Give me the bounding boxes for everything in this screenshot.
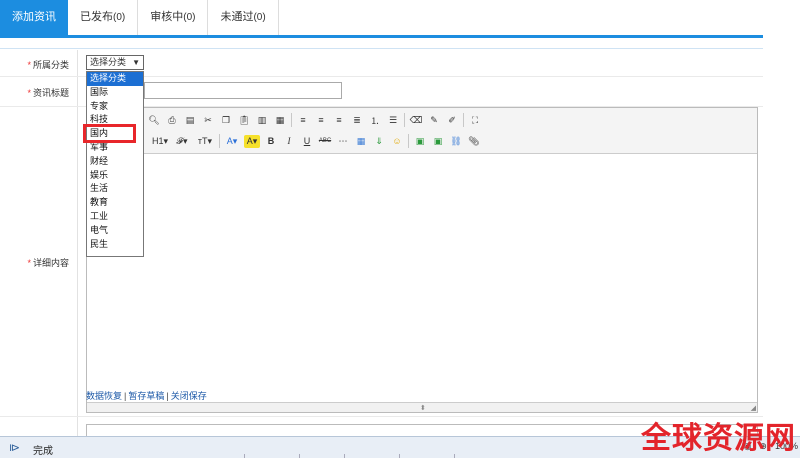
- attachment-icon[interactable]: 📎︎: [467, 135, 481, 148]
- content-label: * 详细内容: [27, 258, 69, 268]
- underline-button[interactable]: U: [300, 135, 314, 148]
- dropdown-option[interactable]: 专家: [87, 100, 143, 114]
- dropdown-option[interactable]: 军事: [87, 141, 143, 155]
- copy-icon[interactable]: ❐: [219, 114, 233, 127]
- font-family-dropdown[interactable]: 𝓕▾: [173, 135, 191, 148]
- fullscreen-icon[interactable]: ⛶: [468, 114, 482, 127]
- label-column: * 所属分类 * 资讯标题 * 详细内容: [0, 50, 78, 436]
- rich-text-editor: 🔍︎ ⎙ ▤ ✂ ❐ 📋︎ ▥ ▦ ≡ ≡ ≡ ≣ ⒈ ☰ ⌫ ✎ ✐ ⛶ H1…: [86, 107, 758, 413]
- tab-count: (0): [113, 12, 126, 23]
- dropdown-option[interactable]: 国际: [87, 86, 143, 100]
- paste-text-icon[interactable]: ▥: [255, 114, 269, 127]
- align-right-icon[interactable]: ≡: [332, 114, 346, 127]
- tab-reviewing[interactable]: 审核中(0): [138, 0, 209, 35]
- unordered-list-icon[interactable]: ☰: [386, 114, 400, 127]
- title-input[interactable]: [144, 82, 342, 99]
- category-dropdown-list: 选择分类 国际 专家 科技 国内 军事 财经 娱乐 生活 教育 工业 电气 民生: [86, 71, 144, 257]
- dropdown-option[interactable]: 电气: [87, 224, 143, 238]
- tabs-divider: [0, 48, 763, 49]
- highlight-annotation: [83, 124, 136, 143]
- tab-label: 已发布: [80, 11, 113, 23]
- editor-toolbar: 🔍︎ ⎙ ▤ ✂ ❐ 📋︎ ▥ ▦ ≡ ≡ ≡ ≣ ⒈ ☰ ⌫ ✎ ✐ ⛶ H1…: [87, 108, 757, 154]
- resize-handle-icon[interactable]: ⬍: [420, 404, 426, 412]
- dropdown-option[interactable]: 教育: [87, 196, 143, 210]
- print-icon[interactable]: ⎙: [165, 114, 179, 127]
- title-label: * 资讯标题: [27, 88, 69, 98]
- emoticon-icon[interactable]: ☺: [390, 135, 404, 148]
- align-left-icon[interactable]: ≡: [296, 114, 310, 127]
- editor-resize-bar[interactable]: ⬍ ◢: [87, 402, 757, 412]
- tab-rejected[interactable]: 未通过(0): [208, 0, 279, 35]
- tab-label: 未通过: [220, 11, 254, 23]
- category-label: * 所属分类: [27, 60, 69, 70]
- tab-count: (0): [253, 12, 266, 23]
- tab-label: 审核中: [150, 11, 184, 23]
- heading-dropdown[interactable]: H1▾: [151, 135, 169, 148]
- tab-count: (0): [183, 12, 196, 23]
- editor-content-area[interactable]: [87, 155, 757, 403]
- paste-icon[interactable]: 📋︎: [237, 114, 251, 127]
- toolbar-row-1: 🔍︎ ⎙ ▤ ✂ ❐ 📋︎ ▥ ▦ ≡ ≡ ≡ ≣ ⒈ ☰ ⌫ ✎ ✐ ⛶: [147, 111, 486, 129]
- corner-resize-icon[interactable]: ◢: [751, 404, 756, 412]
- page-status-icon: ⧐: [9, 442, 20, 454]
- font-size-dropdown[interactable]: тT▾: [195, 135, 215, 148]
- tab-add-news[interactable]: 添加资讯: [0, 0, 68, 35]
- find-icon[interactable]: 🔍︎: [147, 114, 161, 127]
- dropdown-arrow-icon: ▼: [132, 58, 140, 67]
- editor-action-links: 数据恢复 | 暂存草稿 | 关闭保存: [86, 391, 207, 401]
- align-center-icon[interactable]: ≡: [314, 114, 328, 127]
- horizontal-rule-icon[interactable]: ⋯: [336, 135, 350, 148]
- dropdown-option[interactable]: 生活: [87, 182, 143, 196]
- category-select[interactable]: 选择分类 ▼: [86, 55, 144, 70]
- dropdown-option[interactable]: 民生: [87, 238, 143, 252]
- dropdown-option[interactable]: 选择分类: [87, 72, 143, 86]
- clear-format-icon[interactable]: ✐: [445, 114, 459, 127]
- insert-flash-icon[interactable]: ▣: [431, 135, 445, 148]
- strikethrough-button[interactable]: ABC: [318, 135, 332, 148]
- insert-link-icon[interactable]: ⛓: [449, 135, 463, 148]
- brush-icon[interactable]: ✎: [427, 114, 441, 127]
- preview-icon[interactable]: ▤: [183, 114, 197, 127]
- paste-word-icon[interactable]: ▦: [273, 114, 287, 127]
- ordered-list-icon[interactable]: ⒈: [368, 114, 382, 127]
- italic-button[interactable]: I: [282, 135, 296, 148]
- eraser-icon[interactable]: ⌫: [409, 114, 423, 127]
- tab-published[interactable]: 已发布(0): [68, 0, 139, 35]
- table-icon[interactable]: ▦: [354, 135, 368, 148]
- tab-bar: 添加资讯 已发布(0) 审核中(0) 未通过(0): [0, 0, 763, 38]
- toolbar-row-2: H1▾ 𝓕▾ тT▾ A▾ A▾ B I U ABC ⋯ ▦ ⇓ ☺ ▣ ▣ ⛓…: [151, 132, 485, 150]
- text-color-dropdown[interactable]: A▾: [224, 135, 240, 148]
- bg-color-dropdown[interactable]: A▾: [244, 134, 260, 148]
- justify-icon[interactable]: ≣: [350, 114, 364, 127]
- watermark-logo: 全球资源网: [641, 421, 796, 456]
- tab-label: 添加资讯: [12, 11, 56, 23]
- category-select-value: 选择分类: [90, 57, 127, 67]
- close-save-link[interactable]: 关闭保存: [171, 391, 207, 401]
- dropdown-option[interactable]: 工业: [87, 210, 143, 224]
- restore-data-link[interactable]: 数据恢复: [86, 391, 122, 401]
- dropdown-option[interactable]: 娱乐: [87, 169, 143, 183]
- cut-icon[interactable]: ✂: [201, 114, 215, 127]
- anchor-icon[interactable]: ⇓: [372, 135, 386, 148]
- insert-image-icon[interactable]: ▣: [413, 135, 427, 148]
- bold-button[interactable]: B: [264, 135, 278, 148]
- dropdown-option[interactable]: 财经: [87, 155, 143, 169]
- save-draft-link[interactable]: 暂存草稿: [128, 391, 164, 401]
